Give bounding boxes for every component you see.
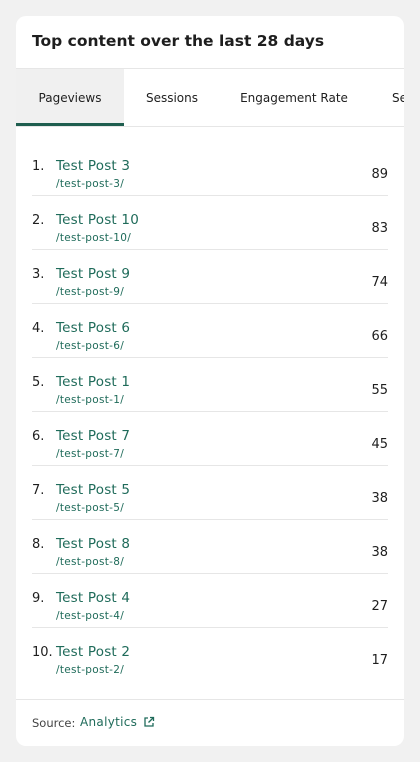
rank-number: 8. (32, 537, 45, 552)
tab-partial-next[interactable]: Se (368, 69, 404, 126)
list-item: 10. Test Post 2 /test-post-2/ 17 (32, 628, 388, 682)
rank-number: 1. (32, 159, 45, 174)
post-title-link[interactable]: Test Post 9 (56, 266, 130, 282)
list-item: 7. Test Post 5 /test-post-5/ 38 (32, 466, 388, 520)
post-title-link[interactable]: Test Post 1 (56, 374, 130, 390)
list-item: 3. Test Post 9 /test-post-9/ 74 (32, 250, 388, 304)
post-title-link[interactable]: Test Post 3 (56, 158, 130, 174)
list-item: 8. Test Post 8 /test-post-8/ 38 (32, 520, 388, 574)
tab-pageviews[interactable]: Pageviews (16, 69, 124, 126)
post-title-link[interactable]: Test Post 8 (56, 536, 130, 552)
post-path-link[interactable]: /test-post-4/ (56, 610, 124, 622)
rank-number: 5. (32, 375, 45, 390)
post-title-link[interactable]: Test Post 5 (56, 482, 130, 498)
post-title-link[interactable]: Test Post 7 (56, 428, 130, 444)
metric-tabs: Pageviews Sessions Engagement Rate Se (16, 68, 404, 127)
rank-number: 7. (32, 483, 45, 498)
pageviews-value: 55 (371, 383, 388, 398)
rank-number: 10. (32, 645, 53, 660)
external-link-icon (143, 716, 155, 728)
post-path-link[interactable]: /test-post-10/ (56, 232, 131, 244)
pageviews-value: 83 (371, 221, 388, 236)
pageviews-value: 38 (371, 545, 388, 560)
post-title-link[interactable]: Test Post 2 (56, 644, 130, 660)
rank-number: 2. (32, 213, 45, 228)
list-item: 5. Test Post 1 /test-post-1/ 55 (32, 358, 388, 412)
list-item: 6. Test Post 7 /test-post-7/ 45 (32, 412, 388, 466)
post-path-link[interactable]: /test-post-5/ (56, 502, 124, 514)
pageviews-value: 45 (371, 437, 388, 452)
top-content-list: 1. Test Post 3 /test-post-3/ 89 2. Test … (32, 142, 388, 682)
rank-number: 9. (32, 591, 45, 606)
rank-number: 6. (32, 429, 45, 444)
post-path-link[interactable]: /test-post-8/ (56, 556, 124, 568)
tab-sessions[interactable]: Sessions (124, 69, 220, 126)
post-path-link[interactable]: /test-post-9/ (56, 286, 124, 298)
list-item: 1. Test Post 3 /test-post-3/ 89 (32, 142, 388, 196)
pageviews-value: 38 (371, 491, 388, 506)
top-content-card: Top content over the last 28 days Pagevi… (16, 16, 404, 746)
list-item: 2. Test Post 10 /test-post-10/ 83 (32, 196, 388, 250)
list-item: 9. Test Post 4 /test-post-4/ 27 (32, 574, 388, 628)
pageviews-value: 89 (371, 167, 388, 182)
analytics-source-link[interactable]: Analytics (80, 715, 155, 729)
card-title: Top content over the last 28 days (32, 32, 325, 50)
pageviews-value: 66 (371, 329, 388, 344)
post-title-link[interactable]: Test Post 6 (56, 320, 130, 336)
post-path-link[interactable]: /test-post-7/ (56, 448, 124, 460)
post-title-link[interactable]: Test Post 10 (56, 212, 139, 228)
post-title-link[interactable]: Test Post 4 (56, 590, 130, 606)
rank-number: 3. (32, 267, 45, 282)
post-path-link[interactable]: /test-post-6/ (56, 340, 124, 352)
post-path-link[interactable]: /test-post-3/ (56, 178, 124, 190)
post-path-link[interactable]: /test-post-1/ (56, 394, 124, 406)
rank-number: 4. (32, 321, 45, 336)
source-link-label: Analytics (80, 715, 138, 729)
post-path-link[interactable]: /test-post-2/ (56, 664, 124, 676)
card-footer: Source: Analytics (16, 699, 404, 746)
source-label: Source: (32, 716, 76, 730)
pageviews-value: 17 (371, 653, 388, 668)
pageviews-value: 74 (371, 275, 388, 290)
pageviews-value: 27 (371, 599, 388, 614)
tab-engagement-rate[interactable]: Engagement Rate (220, 69, 368, 126)
list-item: 4. Test Post 6 /test-post-6/ 66 (32, 304, 388, 358)
